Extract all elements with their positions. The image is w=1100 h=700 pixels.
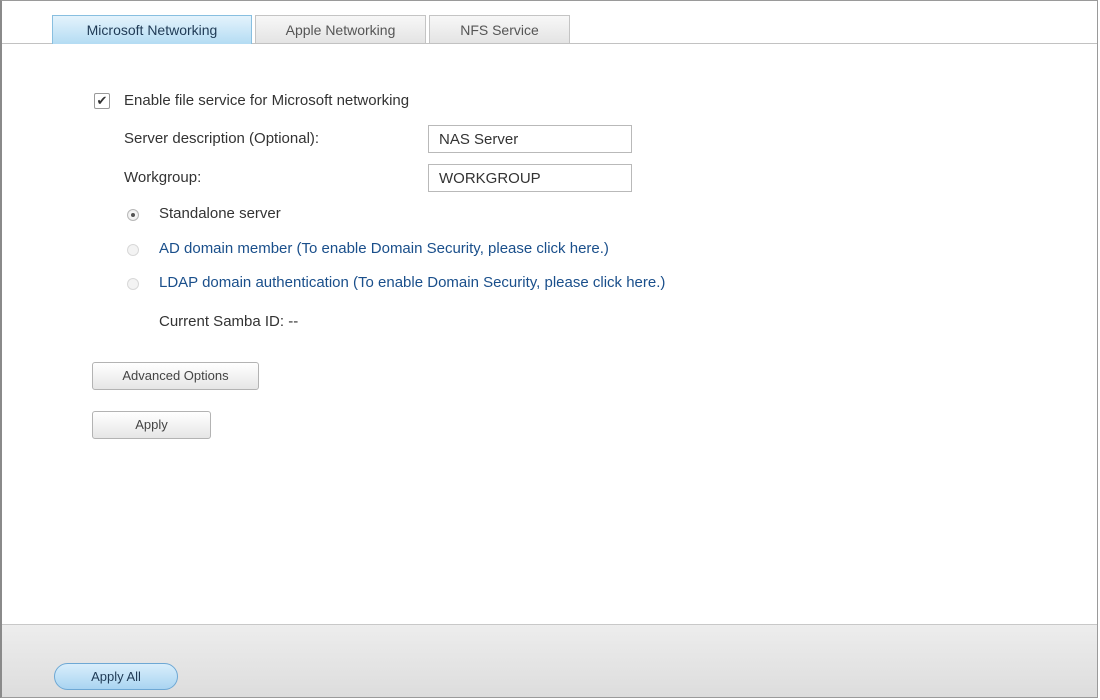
- standalone-server-label: Standalone server: [159, 205, 281, 222]
- apply-button[interactable]: Apply: [92, 411, 211, 439]
- apply-all-button[interactable]: Apply All: [54, 663, 178, 690]
- tab-microsoft-networking[interactable]: Microsoft Networking: [52, 15, 252, 44]
- ad-domain-member-link[interactable]: AD domain member (To enable Domain Secur…: [159, 240, 609, 257]
- server-description-label: Server description (Optional):: [124, 130, 320, 147]
- advanced-options-button[interactable]: Advanced Options: [92, 362, 259, 390]
- settings-panel: Microsoft Networking Apple Networking NF…: [0, 0, 1098, 698]
- server-description-input[interactable]: [428, 125, 632, 153]
- tab-nfs-service[interactable]: NFS Service: [429, 15, 570, 43]
- ad-domain-member-radio[interactable]: [127, 244, 139, 256]
- ldap-domain-authentication-link[interactable]: LDAP domain authentication (To enable Do…: [159, 274, 665, 291]
- enable-file-service-label: Enable file service for Microsoft networ…: [124, 92, 410, 109]
- standalone-server-radio[interactable]: [127, 209, 139, 221]
- tab-bar: Microsoft Networking Apple Networking NF…: [2, 1, 1097, 44]
- current-samba-id-text: Current Samba ID: --: [159, 313, 299, 330]
- tab-apple-networking[interactable]: Apple Networking: [255, 15, 426, 43]
- workgroup-label: Workgroup:: [124, 169, 202, 186]
- ldap-domain-authentication-radio[interactable]: [127, 278, 139, 290]
- workgroup-input[interactable]: [428, 164, 632, 192]
- enable-file-service-checkbox[interactable]: ✔: [94, 93, 110, 109]
